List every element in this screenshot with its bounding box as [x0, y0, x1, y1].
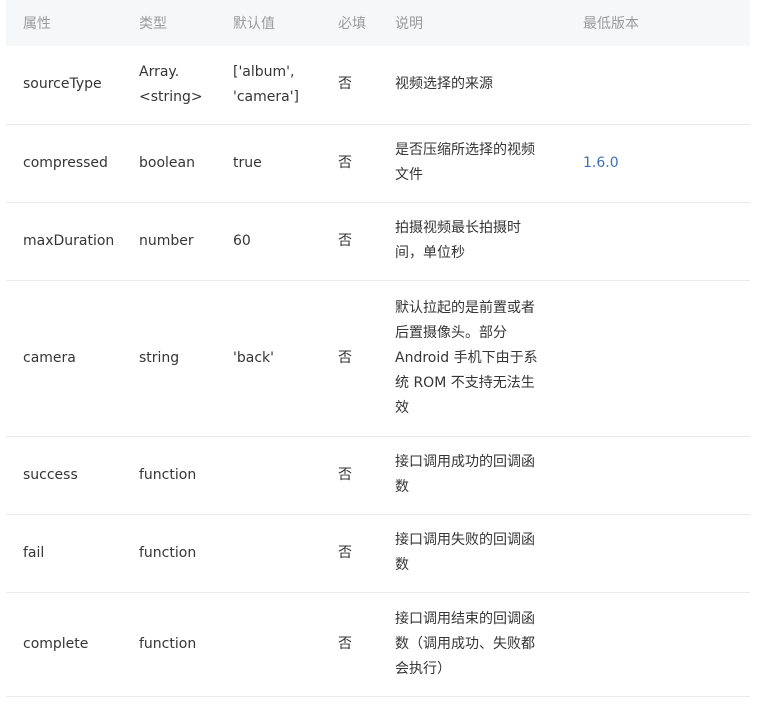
cell-property: success: [6, 436, 122, 515]
cell-property: maxDuration: [6, 202, 122, 281]
cell-required: 否: [321, 124, 378, 203]
cell-min-version: [566, 514, 750, 593]
cell-required: 否: [321, 592, 378, 697]
cell-type: Array.<string>: [122, 46, 216, 125]
cell-property: camera: [6, 280, 122, 437]
table-row: complete function 否 接口调用结束的回调函数（调用成功、失败都…: [6, 592, 750, 697]
header-required: 必填: [321, 0, 378, 46]
cell-type: boolean: [122, 124, 216, 203]
table-row: maxDuration number 60 否 拍摄视频最长拍摄时间，单位秒: [6, 202, 750, 281]
cell-min-version: 1.6.0: [566, 124, 750, 203]
cell-required: 否: [321, 280, 378, 437]
table-row: success function 否 接口调用成功的回调函数: [6, 436, 750, 515]
cell-description: 接口调用结束的回调函数（调用成功、失败都会执行）: [378, 592, 566, 697]
header-default: 默认值: [216, 0, 321, 46]
cell-type: number: [122, 202, 216, 281]
cell-default: [216, 436, 321, 515]
cell-property: complete: [6, 592, 122, 697]
cell-min-version: [566, 436, 750, 515]
cell-default: [216, 592, 321, 697]
cell-required: 否: [321, 436, 378, 515]
cell-description: 默认拉起的是前置或者后置摄像头。部分 Android 手机下由于系统 ROM 不…: [378, 280, 566, 437]
table-row: sourceType Array.<string> ['album', 'cam…: [6, 46, 750, 125]
cell-min-version: [566, 202, 750, 281]
cell-description: 拍摄视频最长拍摄时间，单位秒: [378, 202, 566, 281]
table-body: sourceType Array.<string> ['album', 'cam…: [6, 46, 750, 697]
min-version-link[interactable]: 1.6.0: [583, 155, 619, 171]
header-property: 属性: [6, 0, 122, 46]
cell-property: fail: [6, 514, 122, 593]
cell-min-version: [566, 46, 750, 125]
header-min-version: 最低版本: [566, 0, 750, 46]
header-row: 属性 类型 默认值 必填 说明 最低版本: [6, 0, 750, 46]
table-row: compressed boolean true 否 是否压缩所选择的视频文件 1…: [6, 124, 750, 203]
cell-property: compressed: [6, 124, 122, 203]
table-row: fail function 否 接口调用失败的回调函数: [6, 514, 750, 593]
cell-description: 接口调用失败的回调函数: [378, 514, 566, 593]
cell-required: 否: [321, 202, 378, 281]
cell-type: function: [122, 592, 216, 697]
cell-property: sourceType: [6, 46, 122, 125]
header-type: 类型: [122, 0, 216, 46]
cell-required: 否: [321, 514, 378, 593]
cell-default: 60: [216, 202, 321, 281]
cell-type: function: [122, 514, 216, 593]
cell-default: [216, 514, 321, 593]
cell-required: 否: [321, 46, 378, 125]
cell-description: 是否压缩所选择的视频文件: [378, 124, 566, 203]
header-description: 说明: [378, 0, 566, 46]
cell-default: true: [216, 124, 321, 203]
cell-min-version: [566, 280, 750, 437]
api-parameters-table: 属性 类型 默认值 必填 说明 最低版本 sourceType Array.<s…: [6, 0, 750, 697]
table-header: 属性 类型 默认值 必填 说明 最低版本: [6, 0, 750, 46]
cell-description: 接口调用成功的回调函数: [378, 436, 566, 515]
cell-type: function: [122, 436, 216, 515]
cell-description: 视频选择的来源: [378, 46, 566, 125]
cell-min-version: [566, 592, 750, 697]
table-row: camera string 'back' 否 默认拉起的是前置或者后置摄像头。部…: [6, 280, 750, 437]
cell-type: string: [122, 280, 216, 437]
cell-default: 'back': [216, 280, 321, 437]
cell-default: ['album', 'camera']: [216, 46, 321, 125]
